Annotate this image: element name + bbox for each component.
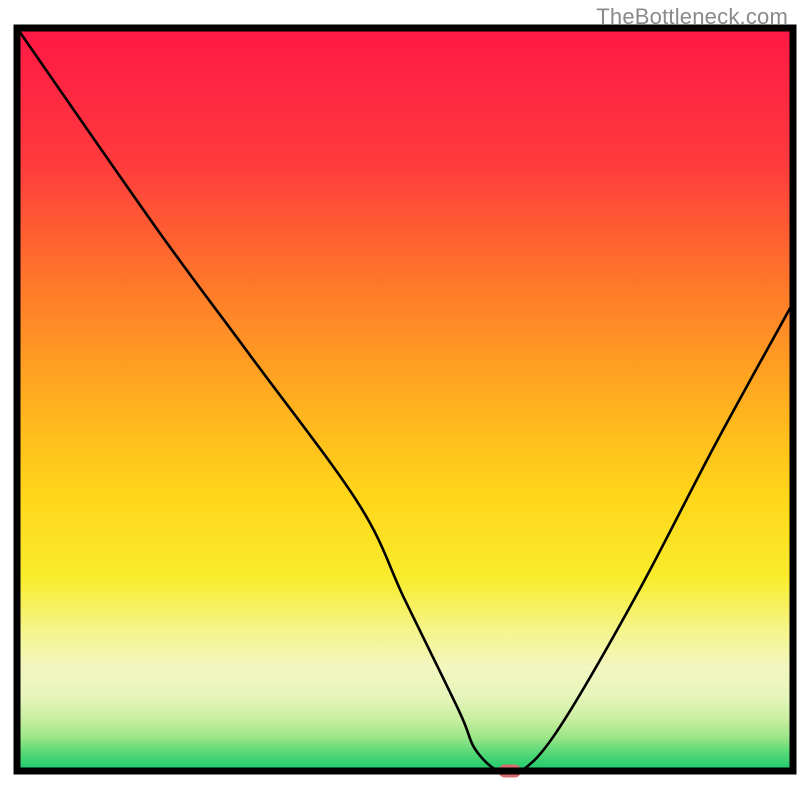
watermark-text: TheBottleneck.com <box>596 4 788 30</box>
plot-background <box>17 28 793 771</box>
chart-container: { "watermark": "TheBottleneck.com", "cha… <box>0 0 800 800</box>
bottleneck-chart <box>0 0 800 800</box>
